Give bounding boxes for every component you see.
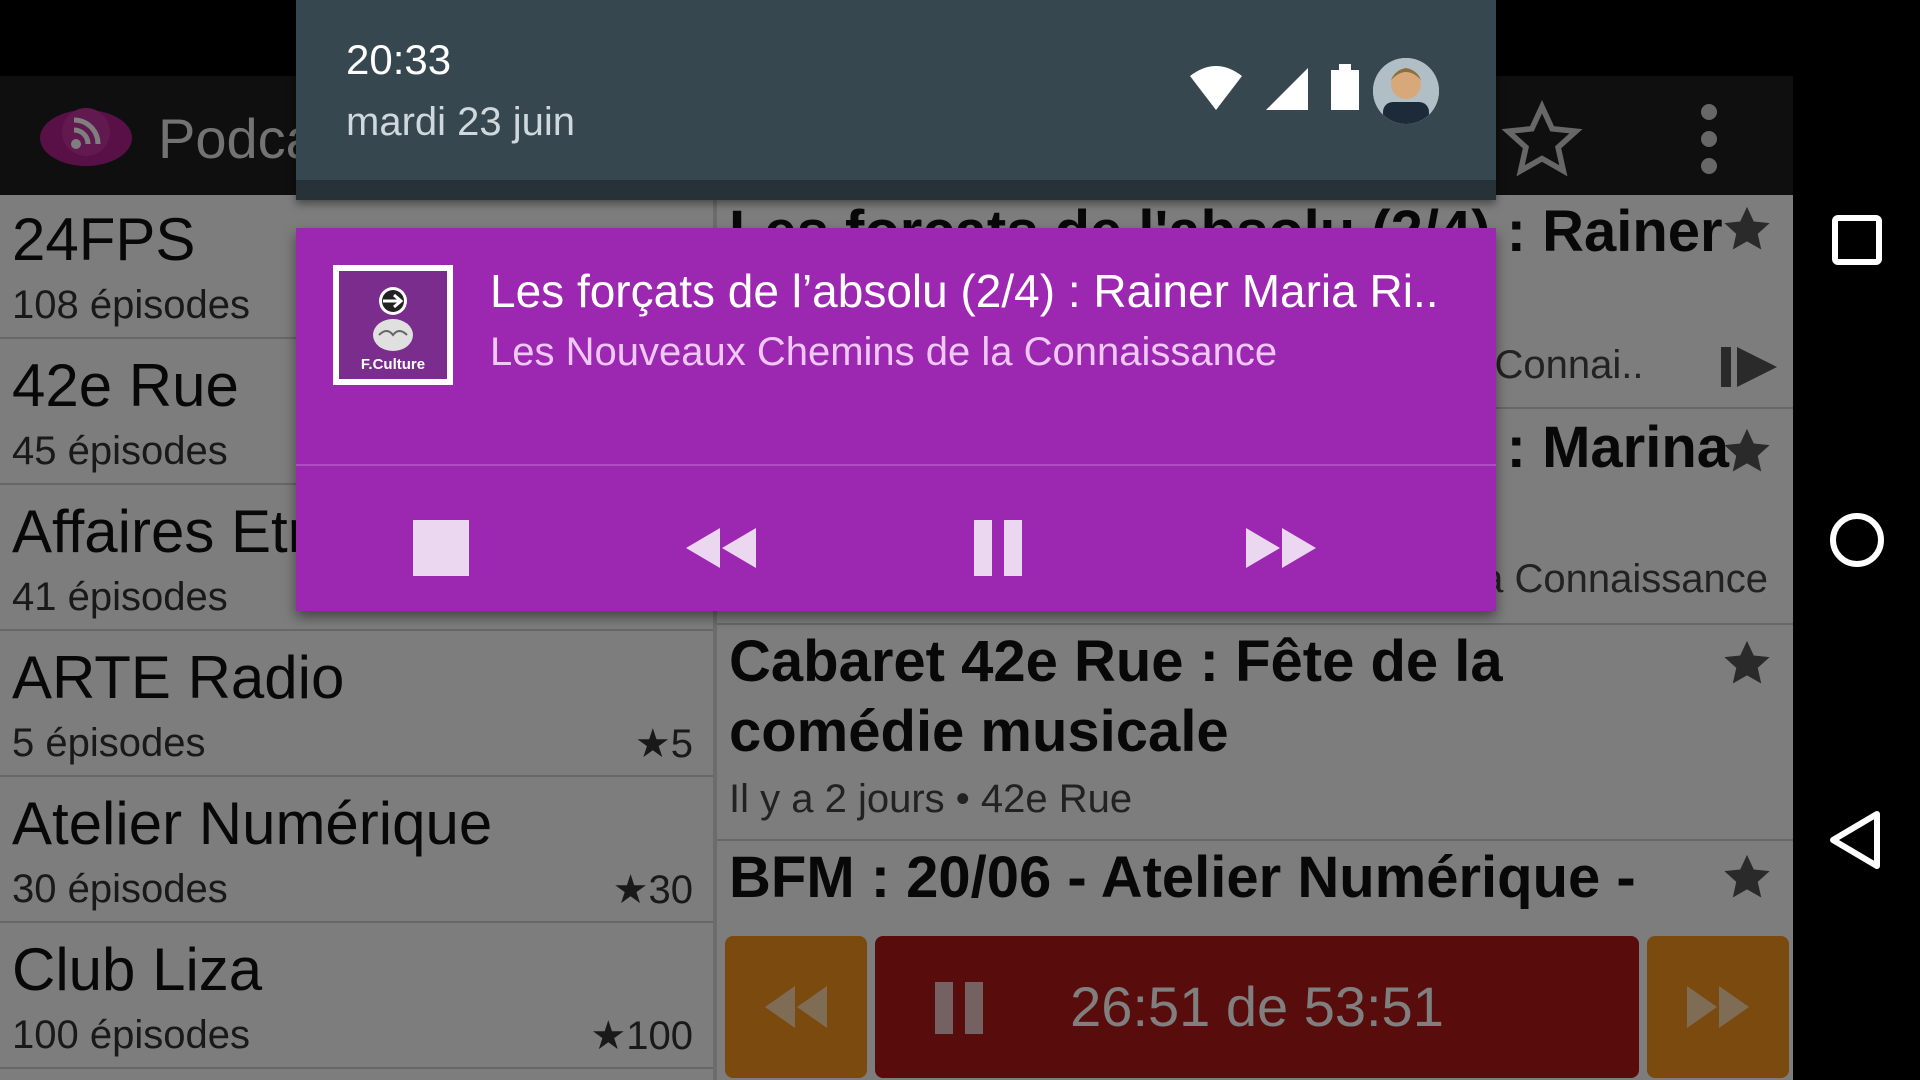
back-icon[interactable] xyxy=(1821,804,1893,876)
status-icons xyxy=(1190,64,1359,110)
fast-forward-icon[interactable] xyxy=(1230,498,1330,598)
battery-icon xyxy=(1331,64,1359,110)
shade-clock: 20:33 xyxy=(346,36,452,83)
wifi-icon xyxy=(1190,66,1242,110)
media-notification[interactable]: F.Culture Les forçats de l’absolu (2/4) … xyxy=(296,228,1496,611)
notification-artwork: F.Culture xyxy=(333,265,453,385)
user-avatar[interactable] xyxy=(1373,58,1439,124)
signal-icon xyxy=(1266,68,1308,110)
home-icon[interactable] xyxy=(1821,504,1893,576)
france-culture-logo-icon xyxy=(373,287,413,351)
navigation-bar xyxy=(1793,0,1920,1080)
shade-divider xyxy=(296,180,1496,200)
notification-art-label: F.Culture xyxy=(360,356,426,373)
notification-separator xyxy=(296,464,1496,466)
stop-icon[interactable] xyxy=(391,498,491,598)
shade-date: mardi 23 juin xyxy=(346,100,576,144)
recents-icon[interactable] xyxy=(1821,204,1893,276)
pause-icon[interactable] xyxy=(948,498,1048,598)
notification-shade-header: 20:33 mardi 23 juin xyxy=(296,0,1496,200)
rewind-icon[interactable] xyxy=(672,498,772,598)
notification-title: Les forçats de l’absolu (2/4) : Rainer M… xyxy=(490,265,1439,317)
notification-subtitle: Les Nouveaux Chemins de la Connaissance xyxy=(490,330,1278,374)
